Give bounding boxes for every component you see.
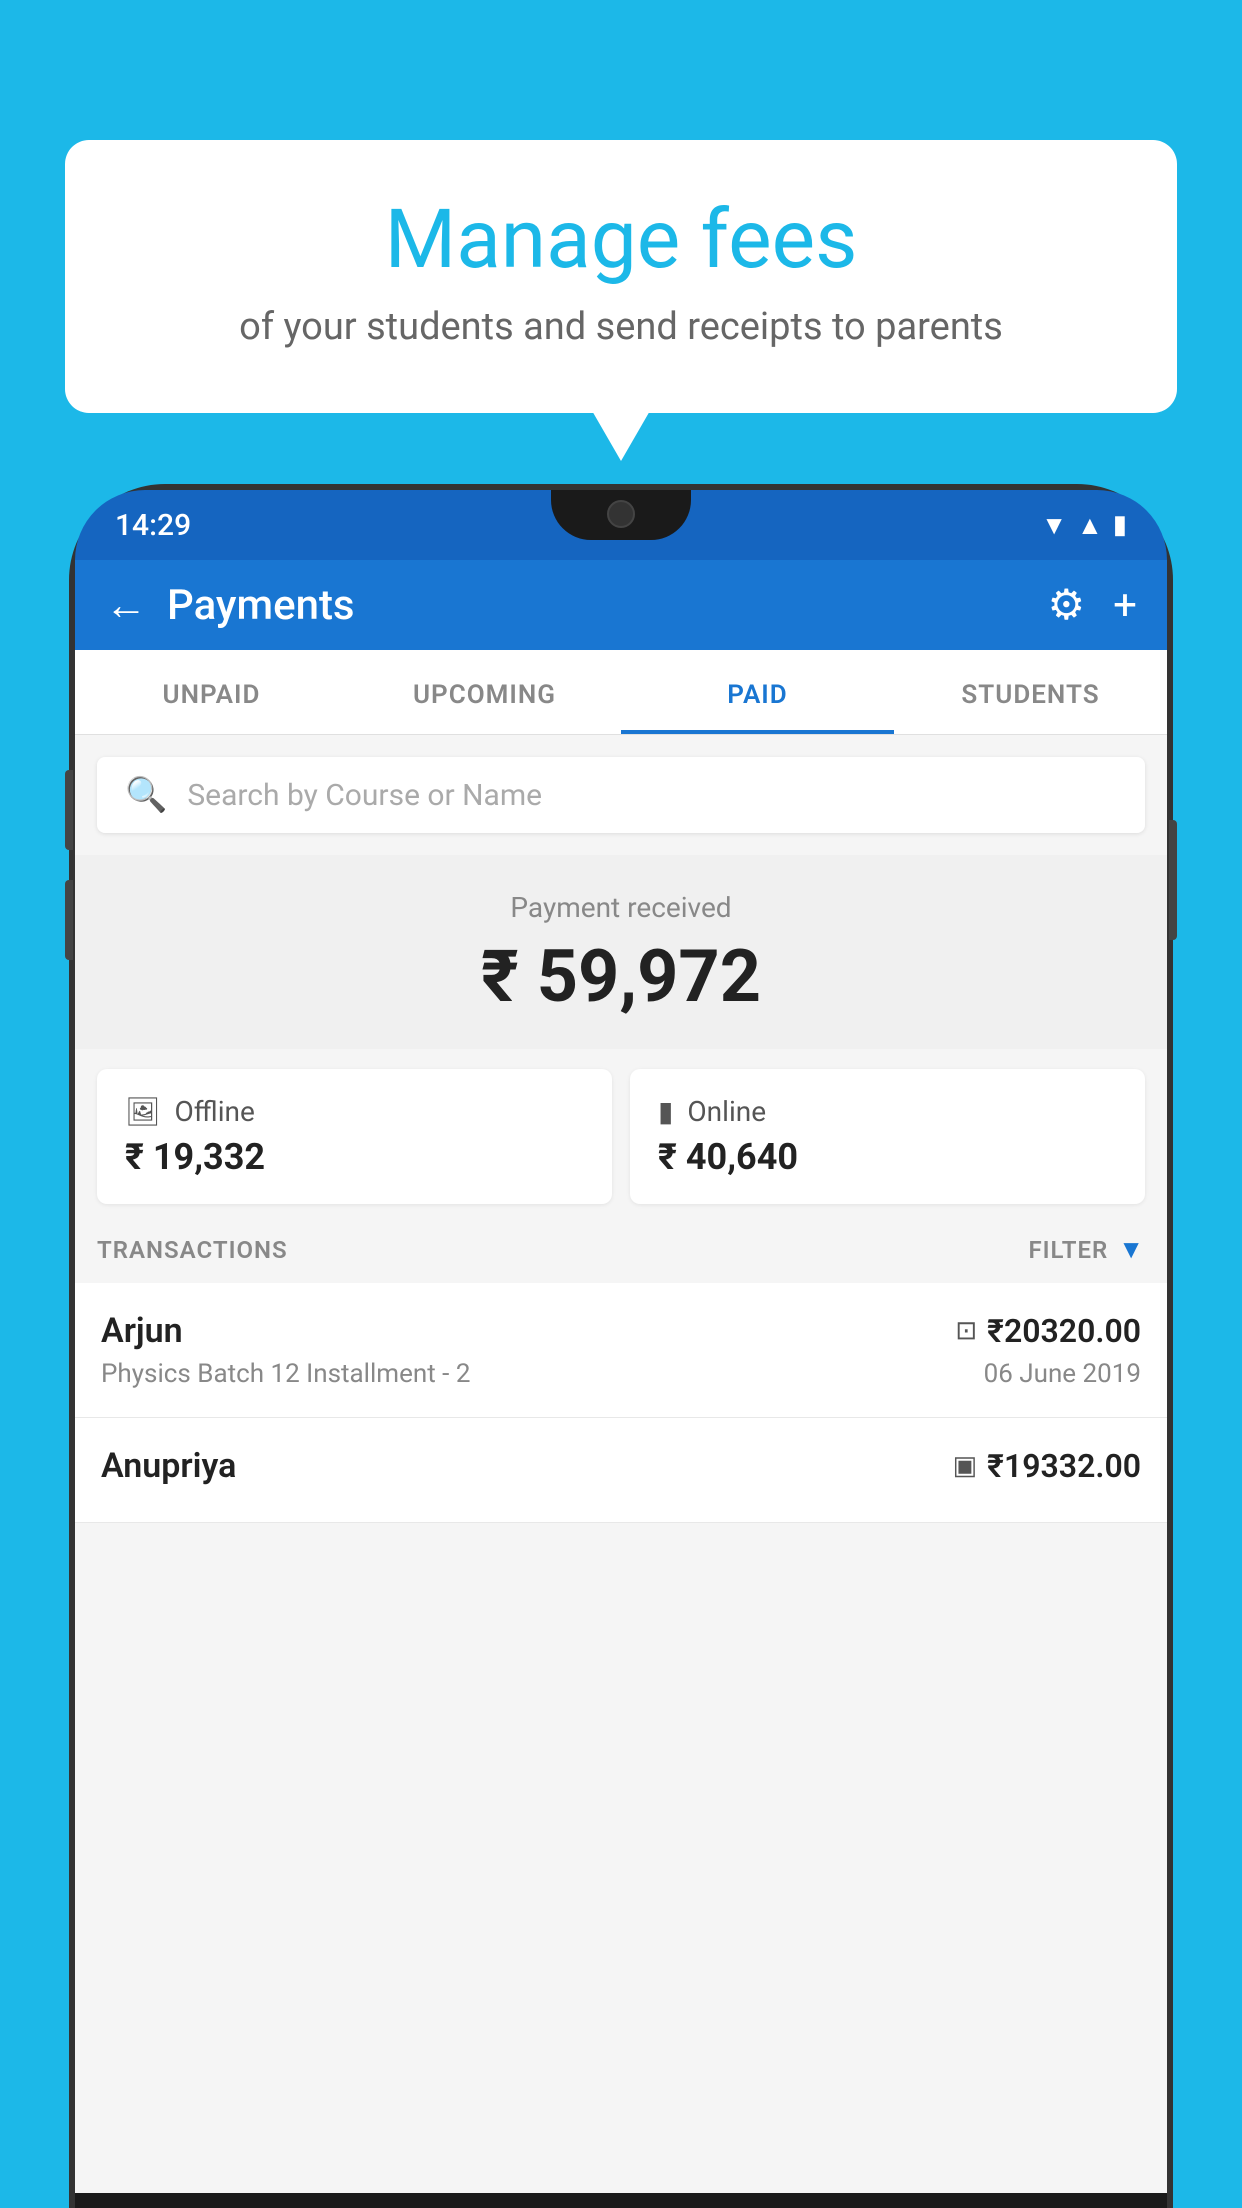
offline-card-title: Offline [175,1095,255,1128]
transaction-amount: ₹20320.00 [987,1312,1141,1350]
page-title: Payments [167,581,1028,630]
offline-card-header: 🖼 Offline [125,1095,584,1128]
tab-unpaid[interactable]: UNPAID [75,650,348,734]
tab-paid[interactable]: PAID [621,650,894,734]
transaction-name: Arjun [101,1311,183,1351]
wifi-icon: ▼ [1041,510,1067,541]
transaction-date: 06 June 2019 [984,1359,1141,1389]
camera [607,500,635,528]
app-header: ← Payments ⚙ + [75,560,1167,650]
online-card: ▮ Online ₹ 40,640 [630,1069,1145,1204]
transaction-top: Anupriya ▣ ₹19332.00 [101,1446,1141,1486]
status-bar: 14:29 ▼ ▲ ▮ [75,490,1167,560]
cards-row: 🖼 Offline ₹ 19,332 ▮ Online ₹ 40,640 [75,1069,1167,1204]
speech-bubble: Manage fees of your students and send re… [65,140,1177,413]
search-icon: 🔍 [125,775,167,815]
status-time: 14:29 [115,508,191,543]
transaction-description: Physics Batch 12 Installment - 2 [101,1359,470,1389]
status-icons: ▼ ▲ ▮ [1041,510,1127,541]
transaction-item[interactable]: Arjun ⊡ ₹20320.00 Physics Batch 12 Insta… [75,1283,1167,1418]
offline-card: 🖼 Offline ₹ 19,332 [97,1069,612,1204]
notch [551,490,691,540]
gear-icon[interactable]: ⚙ [1048,580,1086,630]
back-button[interactable]: ← [105,581,147,630]
search-input[interactable]: Search by Course or Name [187,778,542,813]
transaction-bottom: Physics Batch 12 Installment - 2 06 June… [101,1359,1141,1389]
transaction-amount-wrap: ⊡ ₹20320.00 [955,1312,1141,1350]
offline-card-amount: ₹ 19,332 [125,1136,584,1178]
payment-received-label: Payment received [75,891,1167,924]
filter-icon: ▼ [1118,1234,1145,1265]
transaction-amount-2: ₹19332.00 [987,1447,1141,1485]
header-icons: ⚙ + [1048,580,1138,630]
offline-icon: 🖼 [125,1095,161,1128]
payment-received-amount: ₹ 59,972 [75,934,1167,1019]
payment-received-section: Payment received ₹ 59,972 [75,855,1167,1049]
transactions-header: TRANSACTIONS FILTER ▼ [75,1204,1167,1283]
online-card-title: Online [687,1095,766,1128]
phone-container: 14:29 ▼ ▲ ▮ ← Payments ⚙ + UNPAID UPCOMI… [75,490,1167,2208]
filter-label: FILTER [1028,1236,1108,1264]
signal-icon: ▲ [1077,510,1103,541]
bubble-title: Manage fees [125,195,1117,285]
search-bar[interactable]: 🔍 Search by Course or Name [97,757,1145,833]
bubble-subtitle: of your students and send receipts to pa… [125,303,1117,352]
online-payment-icon: ⊡ [955,1316,977,1346]
online-card-amount: ₹ 40,640 [658,1136,1117,1178]
online-card-header: ▮ Online [658,1095,1117,1128]
transactions-label: TRANSACTIONS [97,1236,288,1264]
volume-down-button [65,880,73,960]
add-button[interactable]: + [1113,581,1137,630]
volume-up-button [65,770,73,850]
phone-content: 🔍 Search by Course or Name Payment recei… [75,735,1167,2193]
offline-payment-icon: ▣ [953,1451,978,1481]
transaction-amount-wrap-2: ▣ ₹19332.00 [953,1447,1141,1485]
transaction-name-2: Anupriya [101,1446,236,1486]
transaction-item[interactable]: Anupriya ▣ ₹19332.00 [75,1418,1167,1523]
tabs-bar: UNPAID UPCOMING PAID STUDENTS [75,650,1167,735]
tab-students[interactable]: STUDENTS [894,650,1167,734]
power-button [1169,820,1177,940]
phone-frame: 14:29 ▼ ▲ ▮ ← Payments ⚙ + UNPAID UPCOMI… [75,490,1167,2208]
speech-bubble-container: Manage fees of your students and send re… [65,140,1177,413]
filter-button[interactable]: FILTER ▼ [1028,1234,1145,1265]
online-icon: ▮ [658,1095,673,1128]
transaction-top: Arjun ⊡ ₹20320.00 [101,1311,1141,1351]
battery-icon: ▮ [1113,510,1127,540]
tab-upcoming[interactable]: UPCOMING [348,650,621,734]
